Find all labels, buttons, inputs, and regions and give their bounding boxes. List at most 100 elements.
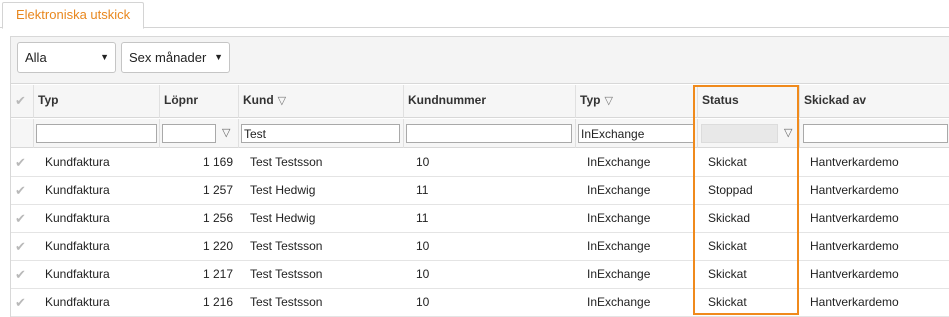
row-checkbox[interactable]: ✔ (11, 177, 33, 205)
cell-typ: Kundfaktura (45, 183, 110, 197)
cell-typ: Kundfaktura (45, 295, 110, 309)
cell-kund: Test Hedwig (250, 183, 316, 197)
cell-kund: Test Testsson (250, 155, 323, 169)
check-icon: ✔ (15, 155, 26, 170)
cell-lopnr: 1 216 (202, 295, 233, 309)
caret-down-icon: ▼ (100, 52, 109, 62)
cell-kund: Test Testsson (250, 267, 323, 281)
cell-kund: Test Hedwig (250, 211, 316, 225)
tab-bar: Elektroniska utskick (0, 0, 949, 29)
cell-kundnummer: 11 (416, 183, 429, 197)
cell-typ: Kundfaktura (45, 267, 110, 281)
table-row[interactable]: ✔ Kundfaktura 1 217 Test Testsson 10 InExchan… (11, 261, 949, 289)
check-icon: ✔ (15, 267, 26, 282)
column-header-skickad-av[interactable]: Skickad av (799, 85, 949, 118)
check-icon: ✔ (15, 93, 26, 108)
cell-kund: Test Testsson (250, 239, 323, 253)
grid-header: ✔ Typ Löpnr Kund ▽ Kundnummer Typ ▽ Status… (11, 85, 949, 118)
main-panel: Alla ▼ Sex månader ▼ ✔ Typ Löpnr Kund ▽ K… (10, 36, 949, 317)
column-header-typ2[interactable]: Typ ▽ (575, 85, 697, 118)
row-checkbox[interactable]: ✔ (11, 261, 33, 289)
cell-typ: Kundfaktura (45, 239, 110, 253)
tab-elektroniska-utskick[interactable]: Elektroniska utskick (2, 2, 145, 29)
column-label: Kundnummer (408, 93, 486, 107)
filter-input-lopnr[interactable] (162, 124, 216, 143)
filter-cell-typ2 (575, 119, 697, 148)
filter-cell-kund (238, 119, 403, 148)
column-header-kund[interactable]: Kund ▽ (238, 85, 403, 118)
filter-cell-status: ▽ (697, 119, 799, 148)
cell-lopnr: 1 169 (202, 155, 233, 169)
cell-typ2: InExchange (587, 183, 651, 197)
cell-typ2: InExchange (587, 155, 651, 169)
cell-skickad-av: Hantverkardemo (810, 239, 899, 253)
cell-skickad-av: Hantverkardemo (810, 183, 899, 197)
cell-lopnr: 1 217 (202, 267, 233, 281)
filter-cell-lopnr: ▽ (159, 119, 238, 148)
filter-cell-skickad-av (799, 119, 949, 148)
table-row[interactable]: ✔ Kundfaktura 1 256 Test Hedwig 11 InExchange… (11, 205, 949, 233)
cell-typ2: InExchange (587, 267, 651, 281)
filter-cell-spacer (11, 119, 33, 148)
cell-lopnr: 1 257 (202, 183, 233, 197)
filter-input-skickad-av[interactable] (803, 124, 948, 143)
check-icon: ✔ (15, 295, 26, 310)
column-label: Skickad av (804, 93, 867, 107)
filter-input-typ[interactable] (36, 124, 157, 143)
table-row[interactable]: ✔ Kundfaktura 1 216 Test Testsson 10 InExchan… (11, 289, 949, 317)
column-header-lopnr[interactable]: Löpnr (159, 85, 238, 118)
cell-status: Skickad (708, 211, 751, 225)
cell-status: Skickat (708, 155, 747, 169)
cell-lopnr: 1 220 (202, 239, 233, 253)
filter-funnel-icon[interactable]: ▽ (222, 126, 230, 139)
caret-down-icon: ▼ (214, 52, 223, 62)
cell-typ: Kundfaktura (45, 155, 110, 169)
row-checkbox[interactable]: ✔ (11, 149, 33, 177)
cell-kund: Test Testsson (250, 295, 323, 309)
cell-typ2: InExchange (587, 295, 651, 309)
cell-typ2: InExchange (587, 211, 651, 225)
table-row[interactable]: ✔ Kundfaktura 1 220 Test Testsson 10 InExchan… (11, 233, 949, 261)
filter-funnel-icon: ▽ (277, 95, 287, 107)
period-filter-value: Sex månader (129, 50, 207, 65)
column-label: Löpnr (164, 93, 198, 107)
cell-skickad-av: Hantverkardemo (810, 295, 899, 309)
table-row[interactable]: ✔ Kundfaktura 1 257 Test Hedwig 11 InExchange… (11, 177, 949, 205)
check-icon: ✔ (15, 211, 26, 226)
column-header-kundnummer[interactable]: Kundnummer (403, 85, 575, 118)
table-row[interactable]: ✔ Kundfaktura 1 169 Test Testsson 10 InExchan… (11, 149, 949, 177)
check-icon: ✔ (15, 239, 26, 254)
period-filter-select[interactable]: Sex månader ▼ (121, 42, 230, 73)
filter-funnel-icon[interactable]: ▽ (784, 126, 792, 139)
filter-cell-kundnummer (403, 119, 575, 148)
toolbar: Alla ▼ Sex månader ▼ (11, 37, 949, 84)
cell-status: Skickat (708, 239, 747, 253)
check-icon: ✔ (15, 183, 26, 198)
cell-status: Skickat (708, 267, 747, 281)
filter-input-typ2[interactable] (578, 124, 694, 143)
row-checkbox[interactable]: ✔ (11, 205, 33, 233)
cell-lopnr: 1 256 (202, 211, 233, 225)
cell-kundnummer: 10 (416, 239, 430, 253)
select-all-checkbox[interactable]: ✔ (11, 85, 33, 118)
filter-row: ▽ ▽ (11, 119, 949, 148)
row-checkbox[interactable]: ✔ (11, 289, 33, 317)
column-header-typ[interactable]: Typ (33, 85, 159, 118)
filter-input-kundnummer[interactable] (406, 124, 572, 143)
filter-input-status (701, 124, 778, 143)
cell-kundnummer: 10 (416, 155, 430, 169)
cell-skickad-av: Hantverkardemo (810, 155, 899, 169)
cell-skickad-av: Hantverkardemo (810, 211, 899, 225)
cell-kundnummer: 11 (416, 211, 429, 225)
row-checkbox[interactable]: ✔ (11, 233, 33, 261)
column-header-status[interactable]: Status (697, 85, 799, 118)
cell-typ: Kundfaktura (45, 211, 110, 225)
column-label: Typ (580, 93, 601, 107)
cell-kundnummer: 10 (416, 295, 430, 309)
filter-cell-typ (33, 119, 159, 148)
type-filter-value: Alla (25, 50, 47, 65)
filter-input-kund[interactable] (241, 124, 400, 143)
type-filter-select[interactable]: Alla ▼ (17, 42, 116, 73)
cell-status: Stoppad (708, 183, 753, 197)
column-label: Kund (243, 93, 274, 107)
